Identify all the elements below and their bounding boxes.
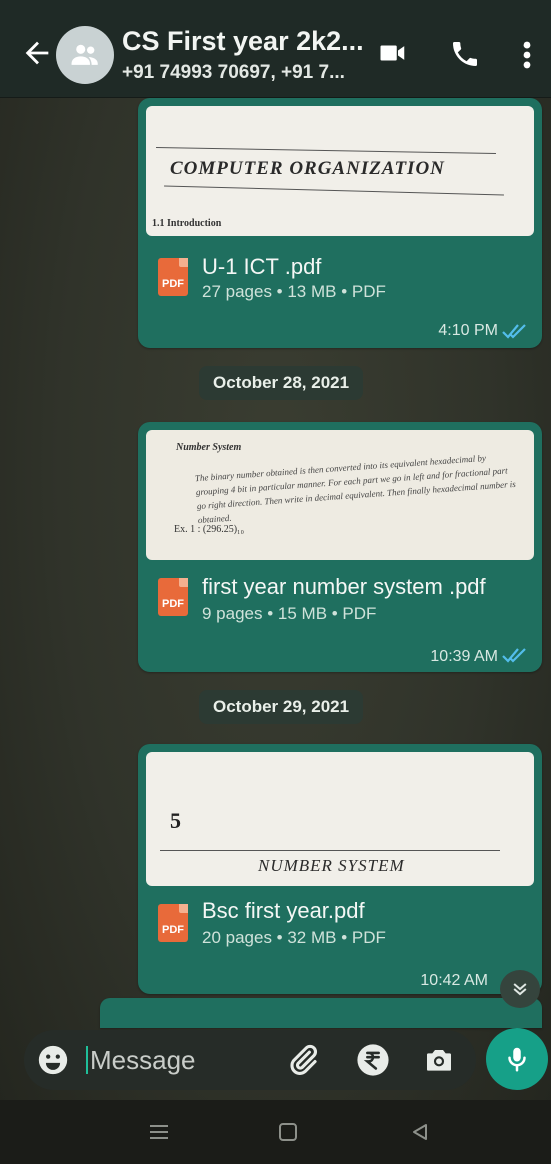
document-message[interactable]: 5 NUMBER SYSTEM PDF Bsc first year.pdf 2… bbox=[138, 744, 542, 994]
home-icon[interactable] bbox=[278, 1122, 298, 1142]
document-message[interactable]: Number System The binary number obtained… bbox=[138, 422, 542, 672]
date-separator: October 29, 2021 bbox=[199, 690, 364, 724]
microphone-icon bbox=[508, 1047, 526, 1072]
group-avatar[interactable] bbox=[56, 26, 114, 84]
back-arrow-icon[interactable] bbox=[20, 36, 54, 70]
camera-icon[interactable] bbox=[422, 1044, 456, 1076]
recent-apps-icon[interactable] bbox=[148, 1122, 170, 1142]
pdf-file-icon: PDF bbox=[158, 904, 188, 942]
preview-section: 1.1 Introduction bbox=[152, 218, 222, 229]
file-meta: 27 pages • 13 MB • PDF bbox=[202, 282, 386, 301]
back-nav-icon[interactable] bbox=[410, 1122, 430, 1142]
double-check-read-icon bbox=[502, 324, 526, 339]
text-cursor bbox=[86, 1046, 88, 1074]
message-composer bbox=[24, 1030, 476, 1090]
message-time: 10:42 AM bbox=[420, 972, 488, 989]
preview-title: COMPUTER ORGANIZATION bbox=[170, 158, 445, 179]
more-options-icon[interactable] bbox=[516, 38, 538, 72]
pdf-file-icon: PDF bbox=[158, 258, 188, 296]
chat-participants[interactable]: +91 74993 70697, +91 7... bbox=[122, 62, 345, 84]
emoji-icon[interactable] bbox=[36, 1043, 70, 1077]
preview-heading: Number System bbox=[176, 442, 242, 453]
voice-call-icon[interactable] bbox=[448, 38, 482, 70]
file-meta: 20 pages • 32 MB • PDF bbox=[202, 928, 386, 947]
double-check-read-icon bbox=[502, 648, 526, 663]
payment-rupee-icon[interactable] bbox=[356, 1043, 390, 1077]
chat-header: CS First year 2k2... +91 74993 70697, +9… bbox=[0, 0, 551, 98]
date-separator: October 28, 2021 bbox=[199, 366, 364, 400]
whatsapp-chat-screen: CS First year 2k2... +91 74993 70697, +9… bbox=[0, 0, 551, 1164]
message-time: 10:39 AM bbox=[430, 648, 498, 665]
message-input[interactable] bbox=[90, 1038, 270, 1082]
document-preview[interactable]: COMPUTER ORGANIZATION 1.1 Introduction bbox=[146, 106, 534, 236]
file-meta: 9 pages • 15 MB • PDF bbox=[202, 604, 377, 623]
document-preview[interactable]: 5 NUMBER SYSTEM bbox=[146, 752, 534, 886]
system-navigation-bar bbox=[0, 1100, 551, 1164]
chat-title[interactable]: CS First year 2k2... bbox=[122, 26, 364, 57]
preview-body: The binary number obtained is then conve… bbox=[194, 452, 517, 526]
group-icon bbox=[71, 44, 98, 65]
document-message[interactable]: COMPUTER ORGANIZATION 1.1 Introduction P… bbox=[138, 98, 542, 348]
video-call-icon[interactable] bbox=[374, 38, 412, 68]
double-chevron-down-icon bbox=[513, 983, 527, 996]
scroll-to-bottom-button[interactable] bbox=[500, 970, 540, 1008]
voice-message-button[interactable] bbox=[486, 1028, 548, 1090]
pdf-file-icon: PDF bbox=[158, 578, 188, 616]
document-preview[interactable]: Number System The binary number obtained… bbox=[146, 430, 534, 560]
file-name: Bsc first year.pdf bbox=[202, 898, 365, 923]
preview-example: Ex. 1 : (296.25)₁₀ bbox=[174, 524, 245, 535]
file-name: first year number system .pdf bbox=[202, 574, 486, 599]
file-name: U-1 ICT .pdf bbox=[202, 254, 322, 279]
partial-message bbox=[100, 998, 542, 1028]
message-time: 4:10 PM bbox=[438, 322, 498, 339]
preview-title: NUMBER SYSTEM bbox=[258, 856, 405, 875]
preview-chapter-number: 5 bbox=[170, 808, 181, 833]
attach-icon[interactable] bbox=[286, 1043, 320, 1077]
